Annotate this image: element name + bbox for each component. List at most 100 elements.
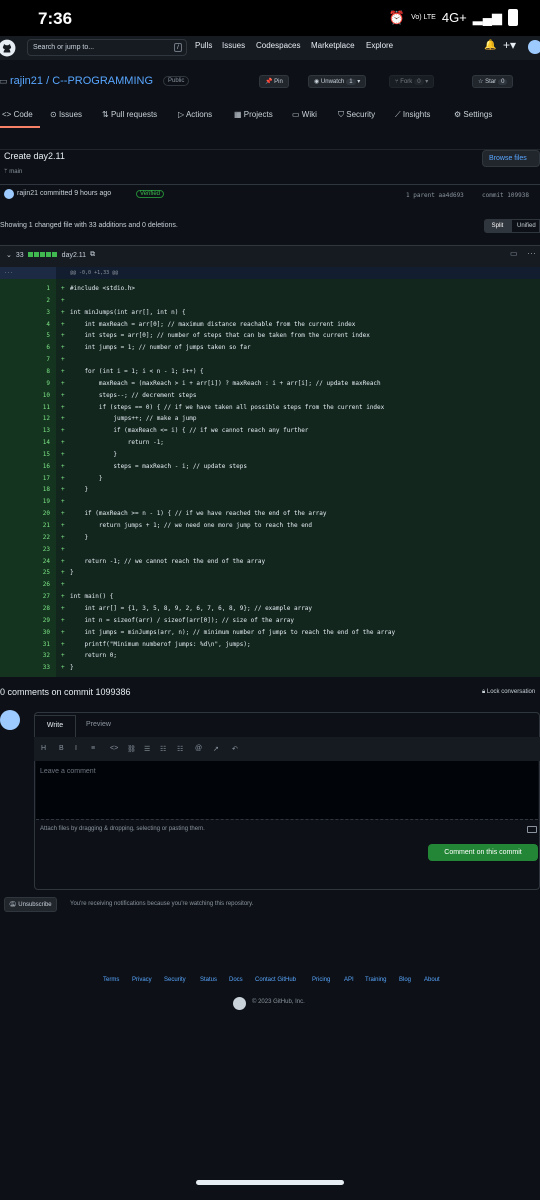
nav-issues[interactable]: Issues	[222, 41, 245, 50]
line-number[interactable]: 9	[0, 380, 50, 387]
footer-link[interactable]: About	[424, 977, 440, 983]
toolbar-tool-1[interactable]: B	[59, 745, 64, 752]
line-number[interactable]: 33	[0, 664, 50, 671]
line-number[interactable]: 15	[0, 451, 50, 458]
unified-view-button[interactable]: Unified	[511, 219, 540, 233]
line-number[interactable]: 12	[0, 415, 50, 422]
preview-tab[interactable]: Preview	[86, 721, 111, 728]
github-logo-icon[interactable]	[0, 39, 16, 57]
line-number[interactable]: 7	[0, 356, 50, 363]
create-new-plus-icon[interactable]: +▾	[503, 38, 516, 52]
toolbar-tool-0[interactable]: H	[41, 745, 46, 752]
line-number[interactable]: 6	[0, 344, 50, 351]
tab-settings[interactable]: ⚙ Settings	[454, 110, 492, 119]
tab-issues[interactable]: ⊙ Issues	[50, 110, 82, 119]
line-number[interactable]: 30	[0, 629, 50, 636]
user-avatar[interactable]	[528, 40, 540, 54]
tab-actions[interactable]: ▷ Actions	[178, 110, 212, 119]
line-number[interactable]: 21	[0, 522, 50, 529]
diff-file-name[interactable]: day2.11	[62, 252, 86, 259]
line-number[interactable]: 23	[0, 546, 50, 553]
footer-link[interactable]: Terms	[103, 977, 119, 983]
more-options-icon[interactable]: ···	[527, 248, 536, 258]
line-number[interactable]: 10	[0, 392, 50, 399]
tab-security[interactable]: ⛉ Security	[338, 110, 375, 120]
comment-textarea[interactable]: Leave a comment	[36, 761, 538, 819]
line-number[interactable]: 3	[0, 309, 50, 316]
line-number[interactable]: 32	[0, 652, 50, 659]
comment-icon[interactable]: ▭	[510, 249, 518, 258]
line-number[interactable]: 18	[0, 486, 50, 493]
fork-button[interactable]: ⑂ Fork 0 ▾	[389, 75, 435, 88]
footer-link[interactable]: Docs	[229, 977, 243, 983]
tab-projects[interactable]: ▦ Projects	[234, 110, 273, 119]
line-number[interactable]: 16	[0, 463, 50, 470]
toolbar-tool-6[interactable]: ☰	[144, 745, 150, 753]
footer-link[interactable]: Privacy	[132, 977, 152, 983]
line-number[interactable]: 22	[0, 534, 50, 541]
github-footer-logo-icon[interactable]	[233, 997, 246, 1010]
copy-icon[interactable]: ⧉	[90, 251, 95, 259]
notification-bell-icon[interactable]: 🔔	[484, 40, 496, 51]
line-number[interactable]: 25	[0, 569, 50, 576]
footer-link[interactable]: API	[344, 977, 354, 983]
committer-avatar[interactable]	[4, 189, 14, 199]
line-number[interactable]: 27	[0, 593, 50, 600]
line-number[interactable]: 31	[0, 641, 50, 648]
line-number[interactable]: 17	[0, 475, 50, 482]
line-number[interactable]: 24	[0, 558, 50, 565]
toolbar-tool-8[interactable]: ☷	[177, 745, 183, 753]
line-number[interactable]: 20	[0, 510, 50, 517]
line-number[interactable]: 13	[0, 427, 50, 434]
line-number[interactable]: 26	[0, 581, 50, 588]
nav-marketplace[interactable]: Marketplace	[311, 41, 355, 50]
line-number[interactable]: 28	[0, 605, 50, 612]
line-number[interactable]: 29	[0, 617, 50, 624]
star-button[interactable]: ☆ Star 0	[472, 75, 514, 88]
line-number[interactable]: 8	[0, 368, 50, 375]
line-number[interactable]: 19	[0, 498, 50, 505]
unsubscribe-button[interactable]: 🔕︎ Unsubscribe	[4, 897, 57, 912]
split-view-button[interactable]: Split	[484, 219, 511, 233]
toolbar-tool-3[interactable]: ≡	[91, 745, 95, 752]
line-number[interactable]: 1	[0, 285, 50, 292]
footer-link[interactable]: Status	[200, 977, 217, 983]
footer-link[interactable]: Contact GitHub	[255, 977, 296, 983]
attach-files-area[interactable]: Attach files by dragging & dropping, sel…	[36, 819, 538, 839]
line-number[interactable]: 2	[0, 297, 50, 304]
repo-title[interactable]: rajin21 / C--PROGRAMMING	[10, 75, 153, 87]
write-tab[interactable]: Write	[34, 715, 76, 737]
search-input[interactable]: Search or jump to... /	[27, 39, 187, 56]
expand-hunk[interactable]: ...	[0, 267, 56, 279]
line-number[interactable]: 4	[0, 321, 50, 328]
footer-link[interactable]: Training	[365, 977, 386, 983]
footer-link[interactable]: Pricing	[312, 977, 330, 983]
tab-wiki[interactable]: ▭ Wiki	[292, 110, 317, 119]
toolbar-tool-9[interactable]: @	[195, 745, 202, 752]
toolbar-tool-2[interactable]: I	[75, 745, 77, 752]
tab-code[interactable]: <> Code	[2, 110, 33, 119]
tab-pull-requests[interactable]: ⇅ Pull requests	[102, 110, 157, 119]
collapse-chevron-icon[interactable]: ⌄	[6, 251, 12, 259]
line-number[interactable]: 11	[0, 404, 50, 411]
toolbar-tool-4[interactable]: <>	[110, 745, 118, 752]
toolbar-tool-10[interactable]: ↗	[213, 745, 219, 753]
toolbar-tool-7[interactable]: ☷	[160, 745, 166, 753]
home-indicator[interactable]	[196, 1180, 344, 1185]
parent-commit[interactable]: 1 parent aa4d693	[406, 192, 464, 199]
line-number[interactable]: 5	[0, 332, 50, 339]
unwatch-button[interactable]: ◉ Unwatch 1 ▾	[308, 75, 367, 88]
nav-explore[interactable]: Explore	[366, 41, 393, 50]
branch-label[interactable]: ᛘ main	[4, 169, 22, 175]
line-number[interactable]: 14	[0, 439, 50, 446]
verified-badge[interactable]: Verified	[136, 190, 165, 198]
comment-submit-button[interactable]: Comment on this commit	[428, 844, 538, 861]
footer-link[interactable]: Blog	[399, 977, 411, 983]
toolbar-tool-5[interactable]: ⛓	[127, 745, 136, 753]
nav-pulls[interactable]: Pulls	[195, 41, 212, 50]
footer-link[interactable]: Security	[164, 977, 186, 983]
tab-insights[interactable]: ⟋ Insights	[395, 110, 430, 120]
browse-files-button[interactable]: Browse files	[482, 150, 540, 167]
nav-codespaces[interactable]: Codespaces	[256, 41, 300, 50]
toolbar-tool-11[interactable]: ↶	[232, 745, 238, 753]
